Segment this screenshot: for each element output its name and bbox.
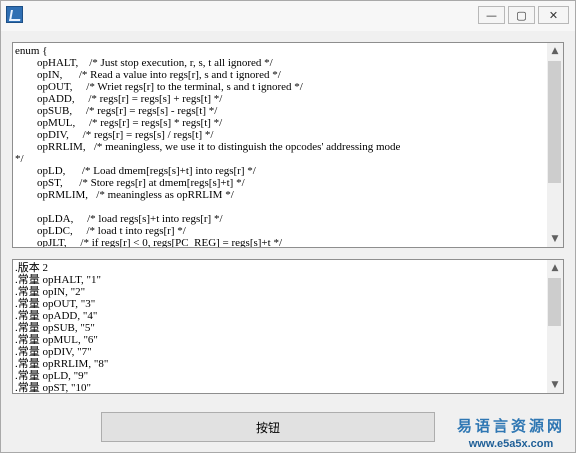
site-watermark: 易语言资源网 www.e5a5x.com (455, 415, 567, 450)
watermark-url: www.e5a5x.com (468, 438, 554, 450)
output-code-editor[interactable]: .版本 2 .常量 opHALT, "1" .常量 opIN, "2" .常量 … (12, 259, 564, 394)
scroll-up-icon[interactable]: ▲ (547, 260, 563, 276)
close-icon: ✕ (548, 8, 559, 22)
source-code-editor[interactable]: enum { opHALT, /* Just stop execution, r… (12, 42, 564, 248)
source-code-text[interactable]: enum { opHALT, /* Just stop execution, r… (15, 45, 543, 247)
title-bar: — ▢ ✕ (1, 1, 575, 31)
app-window: — ▢ ✕ enum { opHALT, /* Just stop execut… (0, 0, 576, 453)
scroll-up-icon[interactable]: ▲ (547, 43, 563, 59)
scroll-thumb[interactable] (548, 61, 561, 183)
source-code-scrollbar[interactable]: ▲ ▼ (547, 43, 563, 247)
scroll-down-icon[interactable]: ▼ (547, 377, 563, 393)
maximize-button[interactable]: ▢ (508, 6, 535, 24)
app-icon (6, 6, 23, 23)
minimize-icon: — (486, 8, 497, 22)
minimize-button[interactable]: — (478, 6, 505, 24)
scroll-down-icon[interactable]: ▼ (547, 231, 563, 247)
output-code-text[interactable]: .版本 2 .常量 opHALT, "1" .常量 opIN, "2" .常量 … (15, 262, 543, 393)
action-button[interactable]: 按钮 (101, 412, 435, 442)
output-code-scrollbar[interactable]: ▲ ▼ (547, 260, 563, 393)
close-button[interactable]: ✕ (538, 6, 569, 24)
scroll-thumb[interactable] (548, 278, 561, 326)
maximize-icon: ▢ (516, 8, 527, 22)
watermark-title: 易语言资源网 (456, 417, 565, 435)
